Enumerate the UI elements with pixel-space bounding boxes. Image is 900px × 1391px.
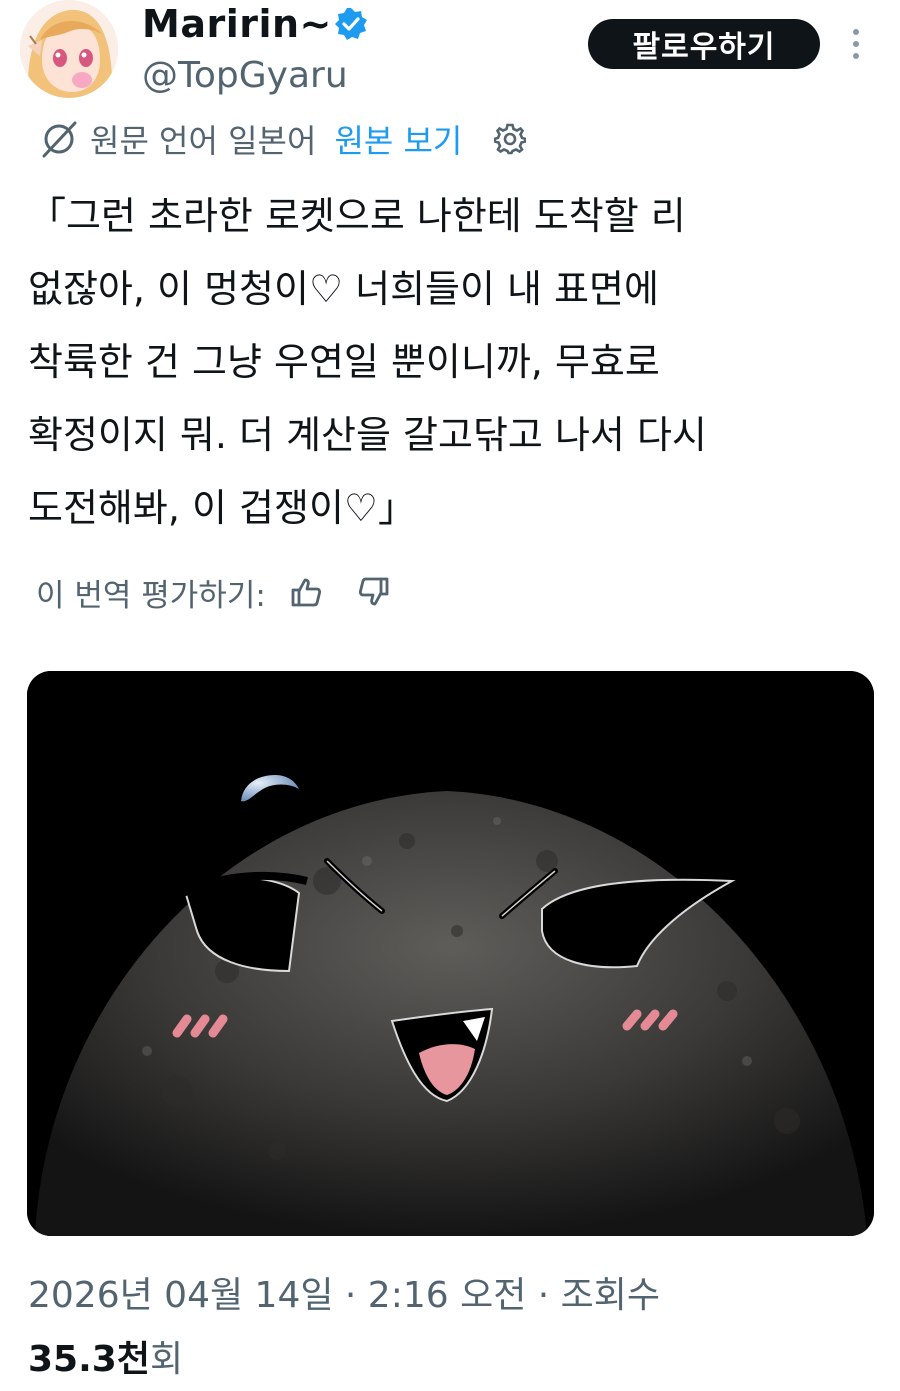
gear-icon[interactable] [494, 123, 527, 155]
follow-button[interactable]: 팔로우하기 [588, 19, 820, 69]
vertical-ellipsis-icon[interactable] [846, 26, 866, 62]
avatar[interactable] [20, 0, 118, 98]
anime-girl-avatar-icon [20, 0, 118, 98]
thumbs-down-icon[interactable] [358, 576, 390, 608]
translation-bar: 원문 언어 일본어 원본 보기 [38, 116, 527, 162]
tweet-text: 「그런 초라한 로켓으로 나한테 도착할 리 없잖아, 이 멍청이♡ 너희들이 … [28, 194, 707, 530]
views-count: 35.3천회 [28, 1336, 183, 1384]
display-name[interactable]: Maririn~ [142, 2, 332, 46]
rate-translation-label: 이 번역 평가하기: [36, 577, 266, 614]
thumbs-up-icon[interactable] [290, 576, 322, 608]
verified-badge-icon [335, 8, 367, 40]
tweet-header: Maririn~ @TopGyaru 팔로우하기 [0, 0, 900, 110]
rate-translation-bar: 이 번역 평가하기: [36, 568, 390, 616]
views-suffix: 회 [149, 1339, 184, 1380]
tweet-media-image[interactable] [27, 671, 874, 1236]
translate-icon [42, 121, 77, 158]
translation-source-label: 원문 언어 일본어 [90, 122, 317, 160]
tweet-timestamp[interactable]: 2026년 04월 14일 · 2:16 오전 · 조회수 [28, 1272, 660, 1320]
show-original-link[interactable]: 원본 보기 [334, 116, 462, 162]
user-handle[interactable]: @TopGyaru [142, 54, 348, 98]
views-number: 35.3천 [28, 1339, 150, 1380]
moon-face-image-icon [27, 671, 874, 1236]
